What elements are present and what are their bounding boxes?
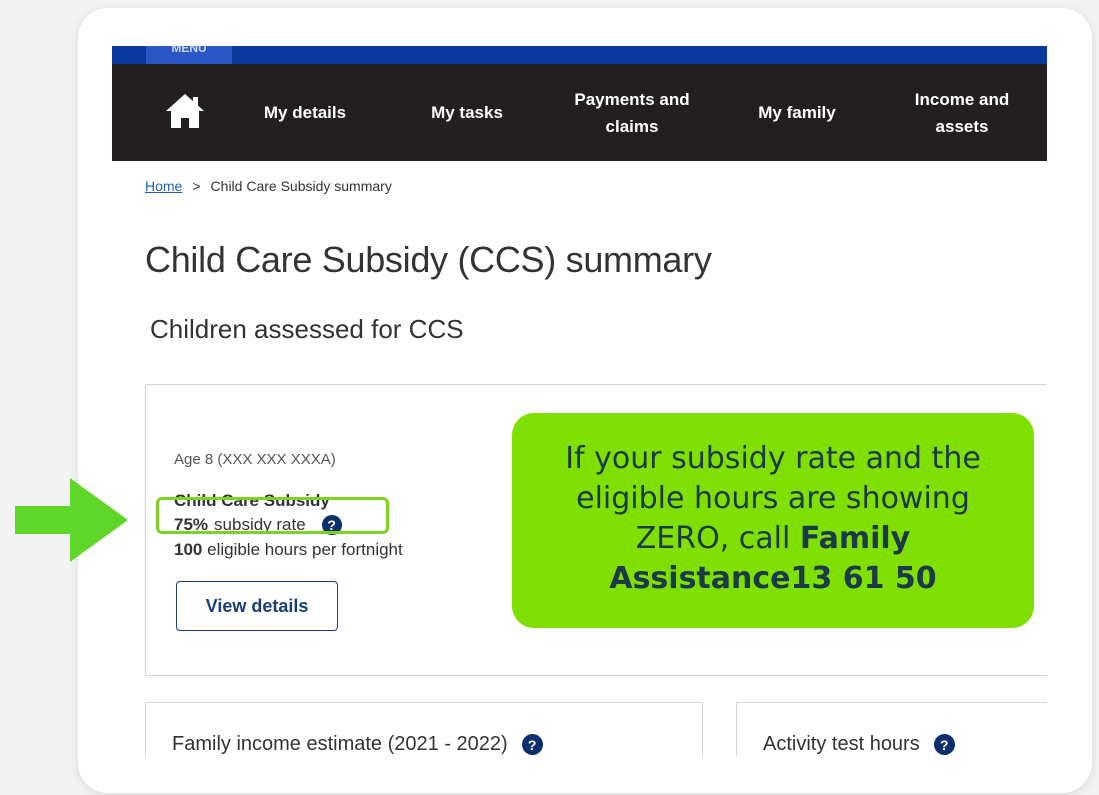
nav-income-and-assets[interactable]: Income and assets <box>902 64 1022 161</box>
eligible-hours: 100 eligible hours per fortnight <box>174 540 403 560</box>
eligible-hours-value: 100 <box>174 540 203 559</box>
breadcrumb-home-link[interactable]: Home <box>145 178 182 194</box>
child-age: Age 8 (XXX XXX XXXA) <box>174 451 336 468</box>
callout-line-1: If your subsidy rate and the <box>565 441 981 476</box>
callout-phone: Assistance13 61 50 <box>609 561 937 596</box>
help-icon[interactable]: ? <box>933 734 955 755</box>
activity-test-label: Activity test hours <box>763 733 920 755</box>
family-income-card: Family income estimate (2021 - 2022) ? <box>145 702 703 756</box>
screenshot-frame: MENU My details My tasks Payments and cla… <box>78 8 1092 793</box>
breadcrumb: Home > Child Care Subsidy summary <box>145 178 392 194</box>
top-bar: MENU <box>112 46 1047 64</box>
breadcrumb-separator: > <box>192 178 201 194</box>
breadcrumb-current: Child Care Subsidy summary <box>210 178 392 194</box>
help-icon[interactable]: ? <box>521 734 543 755</box>
menu-button[interactable]: MENU <box>146 46 232 64</box>
home-icon[interactable] <box>162 88 208 134</box>
callout-line-3: ZERO, call Family <box>512 519 1034 559</box>
family-income-heading: Family income estimate (2021 - 2022) ? <box>172 733 543 756</box>
nav-my-family[interactable]: My family <box>732 64 862 161</box>
callout-line-3-bold: Family <box>799 521 911 556</box>
arrow-right-icon <box>15 478 128 562</box>
app-window: MENU My details My tasks Payments and cla… <box>112 46 1047 756</box>
rate-highlight-box <box>156 497 389 534</box>
activity-test-heading: Activity test hours ? <box>763 733 955 756</box>
callout-line-4: Assistance13 61 50 <box>512 559 1034 599</box>
activity-test-card: Activity test hours ? <box>736 702 1047 756</box>
view-details-button[interactable]: View details <box>176 581 338 631</box>
eligible-hours-text: eligible hours per fortnight <box>207 540 403 559</box>
page-title: Child Care Subsidy (CCS) summary <box>145 239 712 280</box>
section-title: Children assessed for CCS <box>150 314 464 344</box>
nav-my-tasks[interactable]: My tasks <box>407 64 527 161</box>
callout-line-3-text: ZERO, call <box>635 521 800 556</box>
family-income-label: Family income estimate (2021 - 2022) <box>172 733 508 755</box>
callout-note: If your subsidy rate and the eligible ho… <box>512 413 1034 628</box>
nav-my-details[interactable]: My details <box>240 64 370 161</box>
nav-payments-and-claims[interactable]: Payments and claims <box>562 64 702 161</box>
main-nav: My details My tasks Payments and claims M… <box>112 64 1047 161</box>
callout-line-2: eligible hours are showing <box>576 481 970 516</box>
